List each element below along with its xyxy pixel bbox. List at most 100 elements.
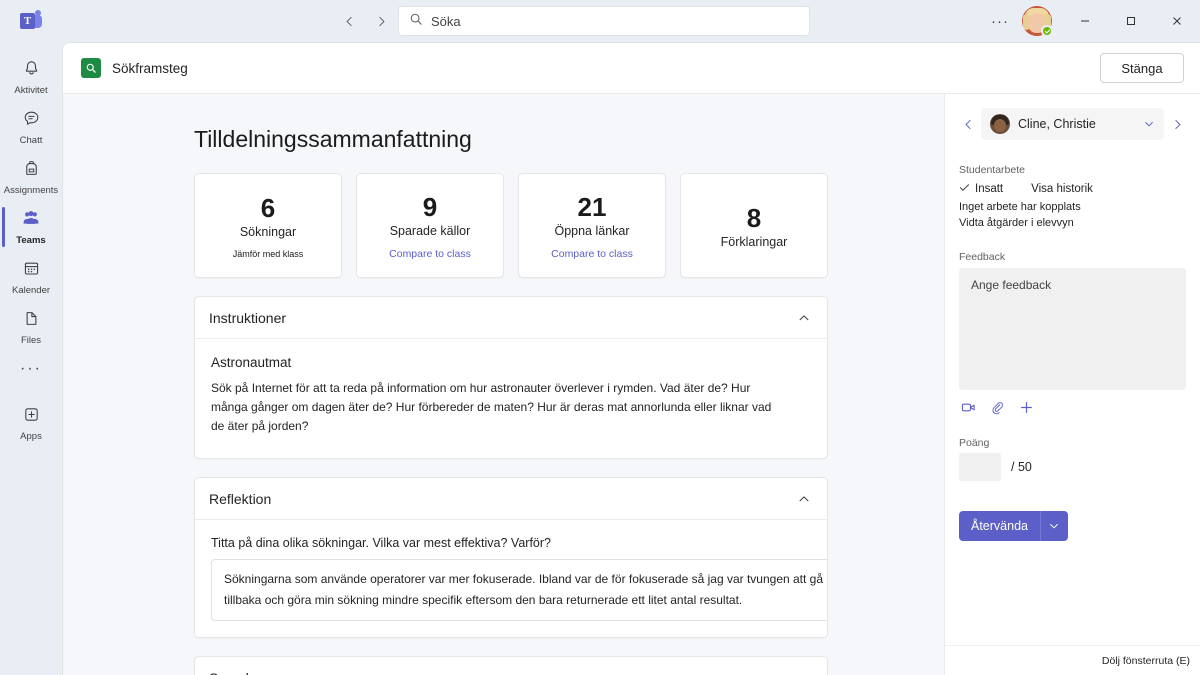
reflection-answer-line-2: tillbaka och göra min sökning mindre spe… (224, 593, 743, 607)
user-avatar-button[interactable] (1022, 6, 1053, 37)
sidebar-item-chatt[interactable]: Chatt (0, 102, 62, 152)
chevron-up-icon[interactable] (797, 671, 811, 675)
sidebar-item-aktivitet[interactable]: Aktivitet (0, 52, 62, 102)
window-controls-group: ··· (984, 0, 1200, 42)
maximize-button[interactable] (1108, 0, 1154, 42)
bell-icon (22, 59, 41, 83)
stat-label: Sökningar (239, 224, 297, 239)
sidebar-item-label: Chatt (19, 134, 43, 146)
status-badge: Insatt (959, 182, 1003, 196)
return-split-button: Återvända (959, 511, 1186, 541)
backpack-icon (22, 159, 41, 183)
section-title: Searches (209, 670, 268, 675)
plus-icon[interactable] (1019, 400, 1034, 415)
summary-stat-cards: 6 Sökningar Jämför med klass 9 Sparade k… (194, 173, 828, 278)
titlebar-more-button[interactable]: ··· (984, 6, 1016, 36)
points-label: Poäng (959, 437, 990, 449)
sidebar-item-assignments[interactable]: Assignments (0, 152, 62, 202)
file-icon (22, 309, 41, 333)
sidebar-item-kalender[interactable]: Kalender (0, 252, 62, 302)
instructions-heading: Astronautmat (211, 355, 292, 370)
stat-value: 21 (577, 191, 607, 222)
reflection-panel-header[interactable]: Reflektion (195, 478, 827, 520)
page-title: Tilldelningssammanfattning (194, 126, 472, 152)
section-title: Reflektion (209, 490, 272, 507)
window-title-bar: T Söka ··· (0, 0, 1200, 42)
points-row: / 50 (959, 453, 1186, 481)
chat-icon (22, 109, 41, 133)
attach-icon[interactable] (990, 400, 1005, 415)
return-button[interactable]: Återvända (959, 511, 1040, 541)
reflection-answer-line-1: Sökningarna som använde operatorer var m… (224, 572, 824, 586)
stat-label: Förklaringar (720, 234, 788, 249)
sidebar-item-label: Kalender (11, 284, 51, 296)
instructions-panel: Instruktioner Astronautmat Sök på Intern… (194, 296, 828, 459)
search-placeholder-text: Söka (431, 13, 461, 29)
reflection-body: Titta på dina olika sökningar. Vilka var… (195, 520, 827, 637)
reflection-panel: Reflektion Titta på dina olika sökningar… (194, 477, 828, 638)
back-button[interactable] (336, 8, 362, 34)
return-options-button[interactable] (1039, 511, 1068, 541)
sidebar-item-label: Aktivitet (14, 84, 48, 96)
sidebar-item-files[interactable]: Files (0, 302, 62, 352)
student-avatar (990, 114, 1010, 134)
video-icon[interactable] (961, 400, 976, 415)
stat-label: Öppna länkar (554, 223, 630, 238)
instructions-text: Sök på Internet för att ta reda på infor… (211, 381, 772, 433)
compare-to-class-link[interactable]: Compare to class (551, 248, 633, 260)
feedback-input[interactable]: Ange feedback (959, 268, 1186, 390)
app-header: Sökframsteg Stänga (63, 43, 1200, 94)
plus-square-icon (22, 405, 41, 429)
feedback-attachment-actions (959, 400, 1186, 415)
close-app-button[interactable]: Stänga (1100, 53, 1184, 83)
status-text: Insatt (975, 183, 1004, 195)
sidebar-item-teams[interactable]: Teams (0, 202, 62, 252)
searches-panel-header[interactable]: Searches (195, 657, 827, 675)
hide-pane-button[interactable]: Dölj fönsterruta (E) (1102, 655, 1190, 667)
view-history-link[interactable]: Visa historik (1031, 183, 1093, 195)
section-title: Instruktioner (209, 309, 287, 326)
chevron-up-icon[interactable] (797, 311, 811, 325)
student-selector[interactable]: Cline, Christie (981, 108, 1164, 140)
student-navigator: Cline, Christie (959, 108, 1186, 140)
student-work-status-row: Insatt Visa historik (959, 182, 1186, 196)
compare-to-class-label: Jämför med klass (232, 248, 304, 259)
presence-available-icon (1041, 25, 1053, 37)
global-search-input[interactable]: Söka (398, 6, 810, 36)
next-student-button[interactable] (1168, 111, 1186, 137)
instructions-panel-header[interactable]: Instruktioner (195, 297, 827, 339)
sidebar-item-label: Assignments (3, 184, 59, 196)
close-window-button[interactable] (1154, 0, 1200, 42)
people-icon (21, 208, 41, 233)
history-navigation (336, 0, 394, 42)
stat-card-saved-sources: 9 Sparade källor Compare to class (356, 173, 504, 278)
stat-value: 9 (422, 191, 438, 222)
sidebar-item-apps[interactable]: Apps (0, 398, 62, 448)
searches-panel: Searches (194, 656, 828, 675)
sidebar-item-label: Teams (16, 235, 46, 246)
chevron-up-icon[interactable] (797, 492, 811, 506)
rail-more-button[interactable]: ··· (0, 352, 62, 386)
stat-value: 8 (746, 202, 762, 233)
side-pane-footer: Dölj fönsterruta (E) (945, 645, 1200, 675)
forward-button[interactable] (368, 8, 394, 34)
instructions-body: Astronautmat Sök på Internet för att ta … (195, 339, 827, 458)
sidebar-item-label: Apps (20, 430, 42, 442)
stat-card-annotations: 8 Förklaringar (680, 173, 828, 278)
chevron-down-icon[interactable] (1143, 118, 1155, 130)
points-input[interactable] (959, 453, 1001, 481)
previous-student-button[interactable] (959, 111, 977, 137)
minimize-button[interactable] (1062, 0, 1108, 42)
search-icon (409, 12, 423, 31)
compare-to-class-link[interactable]: Compare to class (389, 248, 471, 260)
assignment-document-pane: Tilldelningssammanfattning 6 Sökningar J… (63, 94, 944, 675)
reflection-answer-box: Sökningarna som använde operatorer var m… (211, 559, 827, 621)
take-action-student-view-link[interactable]: Vidta åtgärder i elevvyn (959, 217, 1186, 229)
stat-card-searches: 6 Sökningar Jämför med klass (194, 173, 342, 278)
app-surface: Sökframsteg Stänga Tilldelningssammanfat… (62, 42, 1200, 675)
sidebar-item-label: Files (20, 334, 42, 346)
student-work-label: Studentarbete (959, 164, 1025, 176)
app-title: Sökframsteg (112, 60, 188, 76)
content-row: Tilldelningssammanfattning 6 Sökningar J… (63, 94, 1200, 675)
grading-side-pane: Cline, Christie Studentarbete Insatt Vis… (944, 94, 1200, 675)
